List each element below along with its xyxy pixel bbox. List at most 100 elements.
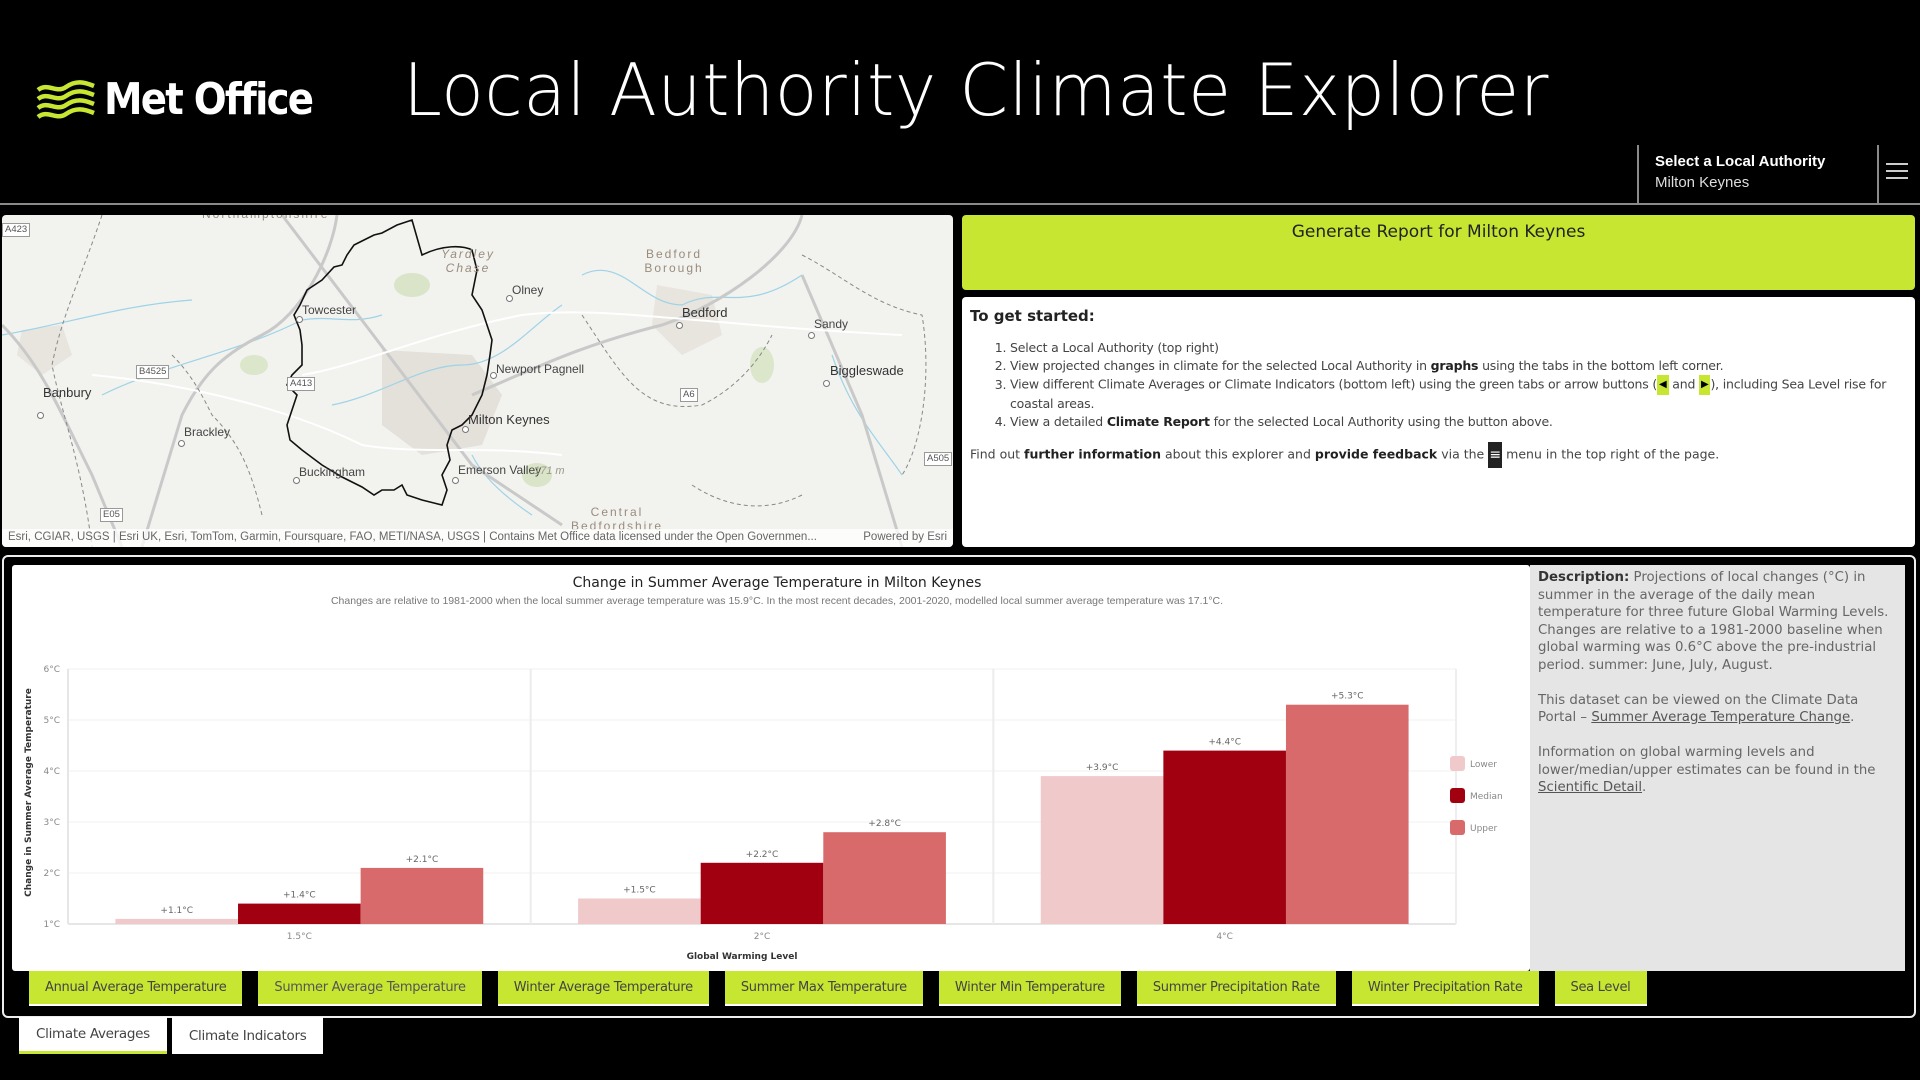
map-place-label: Newport Pagnell (496, 362, 585, 376)
urban-area (382, 350, 502, 455)
powered-by-esri[interactable]: Powered by Esri (863, 531, 947, 545)
instruction-step: View projected changes in climate for th… (1010, 357, 1907, 374)
tab-climate-averages[interactable]: Climate Averages (19, 1017, 167, 1054)
logo-text: Met Office (104, 74, 314, 125)
map-view[interactable]: Northamptonshire Yardley Chase Bedford B… (2, 215, 953, 547)
x-axis-label: Global Warming Level (687, 952, 798, 962)
road-shield: B4525 (136, 365, 170, 379)
road-shield: A6 (680, 388, 698, 402)
met-office-waves-icon (36, 79, 95, 119)
bar-median (1163, 750, 1286, 924)
map-place-label: Biggleswade (830, 363, 904, 378)
bar-data-label: +2.8°C (868, 819, 901, 829)
y-tick-label: 2°C (43, 869, 60, 879)
x-tick-label: 1.5°C (287, 932, 312, 942)
tab-summer-average-temperature[interactable]: Summer Average Temperature (258, 971, 482, 1006)
bar-data-label: +3.9°C (1086, 763, 1119, 773)
map-attribution: Esri, CGIAR, USGS | Esri UK, Esri, TomTo… (2, 529, 953, 547)
legend-swatch-lower (1450, 756, 1465, 771)
hamburger-menu-icon[interactable] (1886, 163, 1908, 183)
menu-icon-inline: ≡ (1488, 442, 1503, 468)
bar-lower (115, 918, 239, 924)
description-text: Projections of local changes (°C) in sum… (1538, 570, 1889, 673)
met-office-logo: Met Office (36, 74, 341, 125)
elevation-label: 171 m (534, 465, 565, 477)
map-place-label: Emerson Valley (458, 463, 542, 477)
region-label: Northamptonshire (202, 215, 329, 221)
bar-median (700, 862, 824, 924)
generate-report-label: Generate Report for Milton Keynes (1291, 222, 1586, 242)
bar-data-label: +1.1°C (160, 906, 193, 916)
instructions-footer: Find out further information about this … (970, 442, 1907, 468)
local-authority-selector[interactable]: Select a Local Authority Milton Keynes (1637, 145, 1879, 205)
y-axis-label: Change in Summer Average Temperature (24, 688, 34, 897)
right-arrow-icon: ▶ (1698, 375, 1711, 395)
climate-average-tabs: Annual Average Temperature Summer Averag… (29, 971, 1647, 1006)
legend-label: Median (1470, 792, 1503, 802)
section-tabs: Climate Averages Climate Indicators (19, 1017, 324, 1054)
instruction-step: View a detailed Climate Report for the s… (1010, 413, 1907, 430)
legend-swatch-median (1450, 788, 1465, 803)
y-tick-label: 5°C (43, 716, 60, 726)
tab-sea-level[interactable]: Sea Level (1554, 971, 1647, 1006)
x-tick-label: 4°C (1216, 932, 1233, 942)
bar-lower (1040, 776, 1164, 924)
y-tick-label: 6°C (43, 665, 60, 675)
bar-lower (578, 898, 701, 924)
description-label: Description: (1538, 570, 1630, 585)
bar-upper (360, 867, 484, 924)
map-place-label: Towcester (302, 303, 357, 317)
selector-label: Select a Local Authority (1655, 153, 1826, 170)
generate-report-button[interactable]: Generate Report for Milton Keynes (962, 215, 1915, 290)
map-place-label: Sandy (814, 317, 849, 331)
y-tick-label: 3°C (43, 818, 60, 828)
map-place-label: Bedford (682, 305, 728, 320)
bar-data-label: +4.4°C (1208, 738, 1241, 748)
tab-winter-precipitation-rate[interactable]: Winter Precipitation Rate (1351, 971, 1539, 1006)
legend-label: Lower (1470, 760, 1497, 770)
legend-swatch-upper (1450, 820, 1465, 835)
region-label: Bedford Borough (644, 247, 704, 275)
instruction-step: View different Climate Averages or Clima… (1010, 375, 1907, 412)
road-shield: A505 (924, 452, 953, 466)
bar-chart: 1°C 2°C 3°C 4°C 5°C 6°C +1.1°C +1.4°C +2.1°C 1.5°… (24, 665, 1503, 962)
chart-card: Change in Summer Average Temperature in … (12, 565, 1530, 971)
attribution-text: Esri, CGIAR, USGS | Esri UK, Esri, TomTo… (8, 531, 817, 543)
tab-climate-indicators[interactable]: Climate Indicators (171, 1017, 324, 1054)
tab-summer-max-temperature[interactable]: Summer Max Temperature (724, 971, 923, 1006)
tab-winter-average-temperature[interactable]: Winter Average Temperature (497, 971, 709, 1006)
map-place-label: Olney (512, 283, 544, 297)
road-shield: A423 (2, 223, 31, 237)
map-place-label: Milton Keynes (468, 412, 550, 427)
bar-data-label: +2.2°C (746, 850, 779, 860)
map-place-label: Banbury (43, 385, 92, 400)
y-tick-label: 1°C (43, 920, 60, 930)
description-panel: Description: Projections of local change… (1530, 565, 1905, 971)
map-place-label: Brackley (184, 425, 231, 439)
road-shield: E05 (100, 508, 123, 522)
scientific-detail-link[interactable]: Scientific Detail (1538, 780, 1642, 795)
bar-median (238, 903, 361, 924)
tab-winter-min-temperature[interactable]: Winter Min Temperature (938, 971, 1121, 1006)
instructions-list: Select a Local Authority (top right) Vie… (1010, 339, 1907, 430)
left-arrow-icon: ◀ (1657, 375, 1669, 395)
bar-upper (1285, 704, 1409, 924)
bar-upper (823, 832, 946, 924)
region-label: Yardley Chase (441, 247, 495, 275)
map-place-label: Buckingham (299, 465, 366, 479)
bar-data-label: +2.1°C (406, 855, 439, 865)
app-title: Local Authority Climate Explorer (403, 48, 1549, 132)
road-shield: A413 (287, 377, 316, 391)
legend-label: Upper (1470, 824, 1498, 834)
climate-data-portal-link[interactable]: Summer Average Temperature Change (1591, 710, 1850, 725)
instructions-panel: To get started: Select a Local Authority… (962, 297, 1915, 547)
app-header: Met Office Local Authority Climate Explo… (0, 0, 1920, 205)
bar-data-label: +1.4°C (283, 891, 316, 901)
x-tick-label: 2°C (754, 932, 771, 942)
instruction-step: Select a Local Authority (top right) (1010, 339, 1907, 356)
tab-summer-precipitation-rate[interactable]: Summer Precipitation Rate (1136, 971, 1336, 1006)
tab-annual-average-temperature[interactable]: Annual Average Temperature (29, 971, 243, 1006)
bar-data-label: +1.5°C (623, 886, 656, 896)
selector-value: Milton Keynes (1655, 174, 1750, 191)
instructions-heading: To get started: (970, 307, 1095, 325)
